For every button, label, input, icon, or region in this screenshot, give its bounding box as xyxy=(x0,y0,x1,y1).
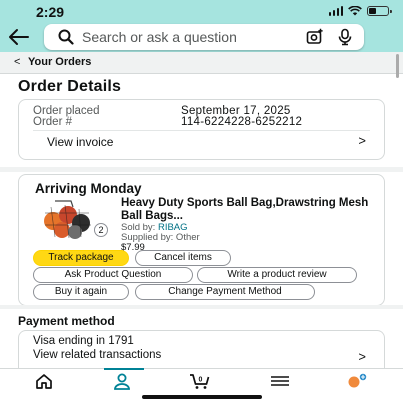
quantity-badge: 2 xyxy=(94,223,108,237)
search-icon xyxy=(58,29,74,45)
delivery-status-title: Arriving Monday xyxy=(35,181,142,196)
account-icon[interactable] xyxy=(110,372,134,390)
chevron-right-icon: > xyxy=(358,133,366,148)
search-placeholder: Search or ask a question xyxy=(82,29,237,45)
rufus-assistant-icon[interactable] xyxy=(346,372,370,390)
svg-text:0: 0 xyxy=(199,377,203,384)
order-number-value: 114-6224228-6252212 xyxy=(181,116,303,128)
home-indicator xyxy=(142,395,262,399)
camera-scan-icon[interactable] xyxy=(306,28,324,46)
payment-card-info: Visa ending in 1791 xyxy=(33,335,134,347)
status-bar: 2:29 xyxy=(0,0,403,22)
chevron-right-icon: > xyxy=(358,349,366,364)
home-icon[interactable] xyxy=(32,372,56,390)
product-title-link[interactable]: Heavy Duty Sports Ball Bag,Drawstring Me… xyxy=(121,197,371,222)
microphone-icon[interactable] xyxy=(336,28,354,46)
active-tab-indicator xyxy=(104,368,144,370)
menu-icon[interactable] xyxy=(268,372,292,390)
header: Search or ask a question xyxy=(0,22,403,52)
buy-it-again-button[interactable]: Buy it again xyxy=(33,284,129,300)
divider xyxy=(33,130,370,131)
status-icons xyxy=(328,6,392,16)
cart-icon[interactable]: 0 xyxy=(188,372,212,390)
wifi-icon xyxy=(348,6,362,16)
ask-product-question-button[interactable]: Ask Product Question xyxy=(33,267,193,283)
order-number-label: Order # xyxy=(33,116,72,128)
section-divider xyxy=(0,167,403,172)
bottom-tab-bar: 0 xyxy=(0,368,403,390)
track-package-button[interactable]: Track package xyxy=(33,250,129,266)
product-image[interactable] xyxy=(41,199,101,239)
section-divider xyxy=(0,305,403,309)
write-product-review-button[interactable]: Write a product review xyxy=(197,267,357,283)
change-payment-method-button[interactable]: Change Payment Method xyxy=(135,284,315,300)
scrollbar[interactable] xyxy=(396,54,399,78)
cellular-signal-icon xyxy=(328,6,343,16)
battery-icon xyxy=(367,6,392,16)
order-summary-card: Order placed September 17, 2025 Order # … xyxy=(18,99,385,160)
payment-method-card[interactable]: Visa ending in 1791 View related transac… xyxy=(18,330,385,368)
page-title: Order Details xyxy=(18,78,122,95)
cancel-items-button[interactable]: Cancel items xyxy=(135,250,231,266)
breadcrumb[interactable]: < Your Orders xyxy=(0,52,403,74)
payment-method-title: Payment method xyxy=(18,314,115,328)
search-input[interactable]: Search or ask a question xyxy=(44,24,364,50)
breadcrumb-your-orders[interactable]: Your Orders xyxy=(28,56,91,68)
shipment-card: Arriving Monday 2 Heavy Duty Sports Ball… xyxy=(18,174,385,306)
view-related-transactions-link[interactable]: View related transactions xyxy=(33,349,161,361)
back-arrow-icon[interactable] xyxy=(8,27,30,47)
view-invoice-link[interactable]: View invoice xyxy=(47,135,113,149)
breadcrumb-chevron-icon: < xyxy=(14,56,21,68)
status-time: 2:29 xyxy=(36,4,65,20)
